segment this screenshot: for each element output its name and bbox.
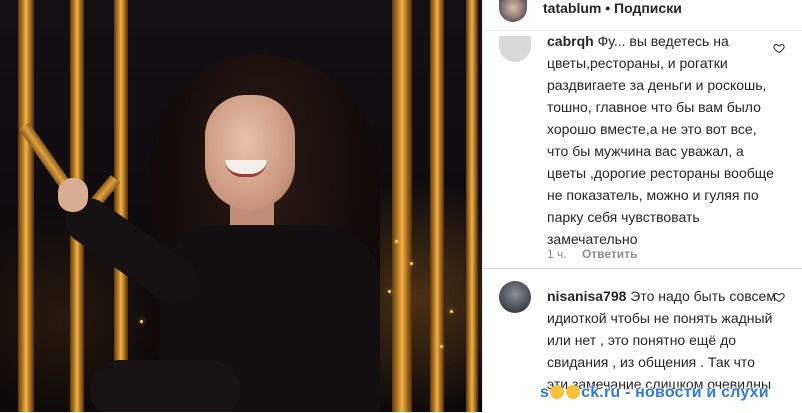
post-header: tatablum • Подписки <box>483 0 802 31</box>
laughing-emoji-icon <box>550 385 565 399</box>
bokeh-light <box>388 290 391 293</box>
author-avatar[interactable] <box>499 0 527 22</box>
gold-bar <box>430 0 444 412</box>
commenter-avatar[interactable] <box>499 281 531 313</box>
gold-bar <box>114 0 128 412</box>
bokeh-light <box>440 345 443 348</box>
comment-item: cabrqh Фу... вы ведетесь на цветы,рестор… <box>483 30 802 266</box>
comment-username[interactable]: nisanisa798 <box>547 288 626 304</box>
comment-body: cabrqh Фу... вы ведетесь на цветы,рестор… <box>547 30 777 250</box>
bokeh-light <box>410 262 413 265</box>
comment-time[interactable]: 1 ч. <box>547 247 567 261</box>
person-face <box>205 95 295 210</box>
gold-bar <box>18 0 34 412</box>
heart-outline-icon[interactable] <box>773 42 785 54</box>
author-username[interactable]: tatablum <box>543 0 601 16</box>
reply-button[interactable]: Ответить <box>582 247 637 261</box>
author-line: tatablum • Подписки <box>543 0 682 16</box>
laughing-emoji-icon <box>566 385 581 399</box>
gold-bar <box>466 0 478 412</box>
following-label[interactable]: Подписки <box>614 0 682 16</box>
watermark-prefix: s <box>540 384 550 401</box>
gold-bar <box>392 0 412 412</box>
bokeh-light <box>395 240 398 243</box>
post-photo <box>0 0 482 412</box>
person-leg <box>90 360 240 412</box>
bokeh-light <box>140 320 143 323</box>
comments-panel: tatablum • Подписки cabrqh Фу... вы веде… <box>482 0 802 412</box>
comment-username[interactable]: cabrqh <box>547 33 594 49</box>
separator-dot: • <box>605 0 611 16</box>
comment-meta: 1 ч. Ответить <box>547 247 649 261</box>
comment-body: nisanisa798 Это надо быть совсем идиотко… <box>547 285 777 395</box>
site-watermark: s ck.ru - новости и слухи <box>540 384 769 402</box>
heart-outline-icon[interactable] <box>773 291 785 303</box>
bokeh-light <box>450 310 453 313</box>
comment-text: Фу... вы ведетесь на цветы,рестораны, и … <box>547 33 774 247</box>
person-hand <box>58 178 88 212</box>
watermark-text: ck.ru - новости и слухи <box>581 384 769 401</box>
commenter-avatar[interactable] <box>499 36 531 62</box>
